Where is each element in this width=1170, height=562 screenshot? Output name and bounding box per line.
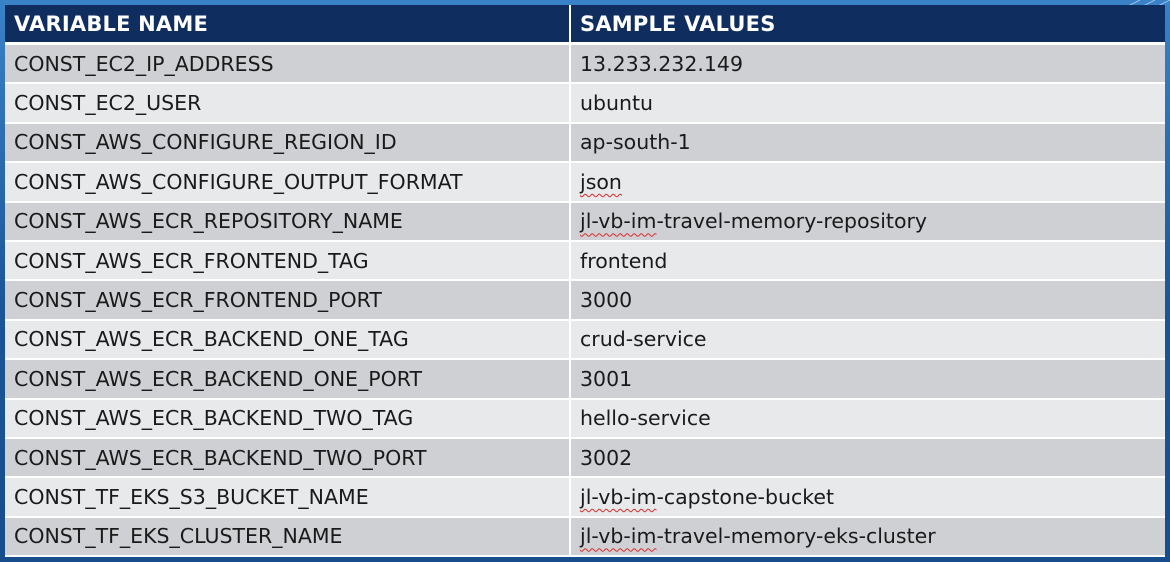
variable-name-cell: CONST_AWS_ECR_REPOSITORY_NAME <box>5 201 570 242</box>
variable-name-cell: CONST_AWS_ECR_FRONTEND_TAG <box>5 240 570 282</box>
misspelled-word: jl-vb-im <box>580 209 657 234</box>
variable-name-cell: CONST_AWS_CONFIGURE_REGION_ID <box>5 122 570 164</box>
table-row: CONST_AWS_ECR_BACKEND_ONE_TAG crud-servi… <box>5 319 1165 361</box>
variable-name-cell: CONST_EC2_USER <box>5 83 570 124</box>
sample-value-cell: jl-vb-im-travel-memory-eks-cluster <box>569 516 1165 558</box>
variable-name-cell: CONST_AWS_ECR_BACKEND_ONE_TAG <box>5 319 570 361</box>
variable-name-cell: CONST_AWS_ECR_BACKEND_TWO_TAG <box>5 398 570 439</box>
variable-name-cell: CONST_TF_EKS_CLUSTER_NAME <box>5 516 570 558</box>
variables-table: VARIABLE NAME SAMPLE VALUES CONST_EC2_IP… <box>5 5 1165 558</box>
table-row: CONST_AWS_ECR_FRONTEND_TAG frontend <box>5 240 1165 282</box>
variables-table-container: VARIABLE NAME SAMPLE VALUES CONST_EC2_IP… <box>5 5 1165 558</box>
table-row: CONST_AWS_ECR_REPOSITORY_NAME jl-vb-im-t… <box>5 201 1165 242</box>
variable-name-cell: CONST_AWS_ECR_BACKEND_TWO_PORT <box>5 437 570 479</box>
value-text: -capstone-bucket <box>656 484 835 509</box>
table-row: CONST_EC2_IP_ADDRESS 13.233.232.149 <box>5 43 1165 85</box>
variable-name-cell: CONST_AWS_CONFIGURE_OUTPUT_FORMAT <box>5 162 570 203</box>
table-row: CONST_AWS_ECR_BACKEND_TWO_PORT 3002 <box>5 437 1165 479</box>
table-row: CONST_AWS_ECR_BACKEND_ONE_PORT 3001 <box>5 359 1165 400</box>
variable-name-cell: CONST_AWS_ECR_FRONTEND_PORT <box>5 280 570 321</box>
misspelled-word: jl-vb-im <box>580 484 657 509</box>
table-row: CONST_TF_EKS_S3_BUCKET_NAME jl-vb-im-cap… <box>5 477 1165 518</box>
variable-name-cell: CONST_TF_EKS_S3_BUCKET_NAME <box>5 477 570 518</box>
sample-value-cell: 3001 <box>569 359 1165 400</box>
header-variable-name: VARIABLE NAME <box>5 5 570 45</box>
variable-name-cell: CONST_AWS_ECR_BACKEND_ONE_PORT <box>5 359 570 400</box>
table-row: CONST_AWS_ECR_BACKEND_TWO_TAG hello-serv… <box>5 398 1165 439</box>
sample-value-cell: ap-south-1 <box>569 122 1165 164</box>
table-header-row: VARIABLE NAME SAMPLE VALUES <box>5 5 1165 45</box>
sample-value-cell: crud-service <box>569 319 1165 361</box>
header-sample-values: SAMPLE VALUES <box>569 5 1165 45</box>
sample-value-cell: jl-vb-im-capstone-bucket <box>569 477 1165 518</box>
misspelled-word: jl-vb-im <box>580 524 657 549</box>
sample-value-cell: ubuntu <box>569 83 1165 124</box>
value-text: -travel-memory-repository <box>656 209 928 234</box>
table-row: CONST_EC2_USER ubuntu <box>5 83 1165 124</box>
variable-name-cell: CONST_EC2_IP_ADDRESS <box>5 43 570 85</box>
table-row: CONST_AWS_ECR_FRONTEND_PORT 3000 <box>5 280 1165 321</box>
sample-value-cell: frontend <box>569 240 1165 282</box>
value-text: -travel-memory-eks-cluster <box>656 524 936 549</box>
sample-value-cell: hello-service <box>569 398 1165 439</box>
sample-value-cell: 13.233.232.149 <box>569 43 1165 85</box>
sample-value-cell: 3000 <box>569 280 1165 321</box>
table-row: CONST_AWS_CONFIGURE_REGION_ID ap-south-1 <box>5 122 1165 164</box>
sample-value-cell: 3002 <box>569 437 1165 479</box>
sample-value-cell: jl-vb-im-travel-memory-repository <box>569 201 1165 242</box>
table-row: CONST_TF_EKS_CLUSTER_NAME jl-vb-im-trave… <box>5 516 1165 558</box>
sample-value-cell: json <box>569 162 1165 203</box>
misspelled-word: json <box>580 169 622 194</box>
table-row: CONST_AWS_CONFIGURE_OUTPUT_FORMAT json <box>5 162 1165 203</box>
